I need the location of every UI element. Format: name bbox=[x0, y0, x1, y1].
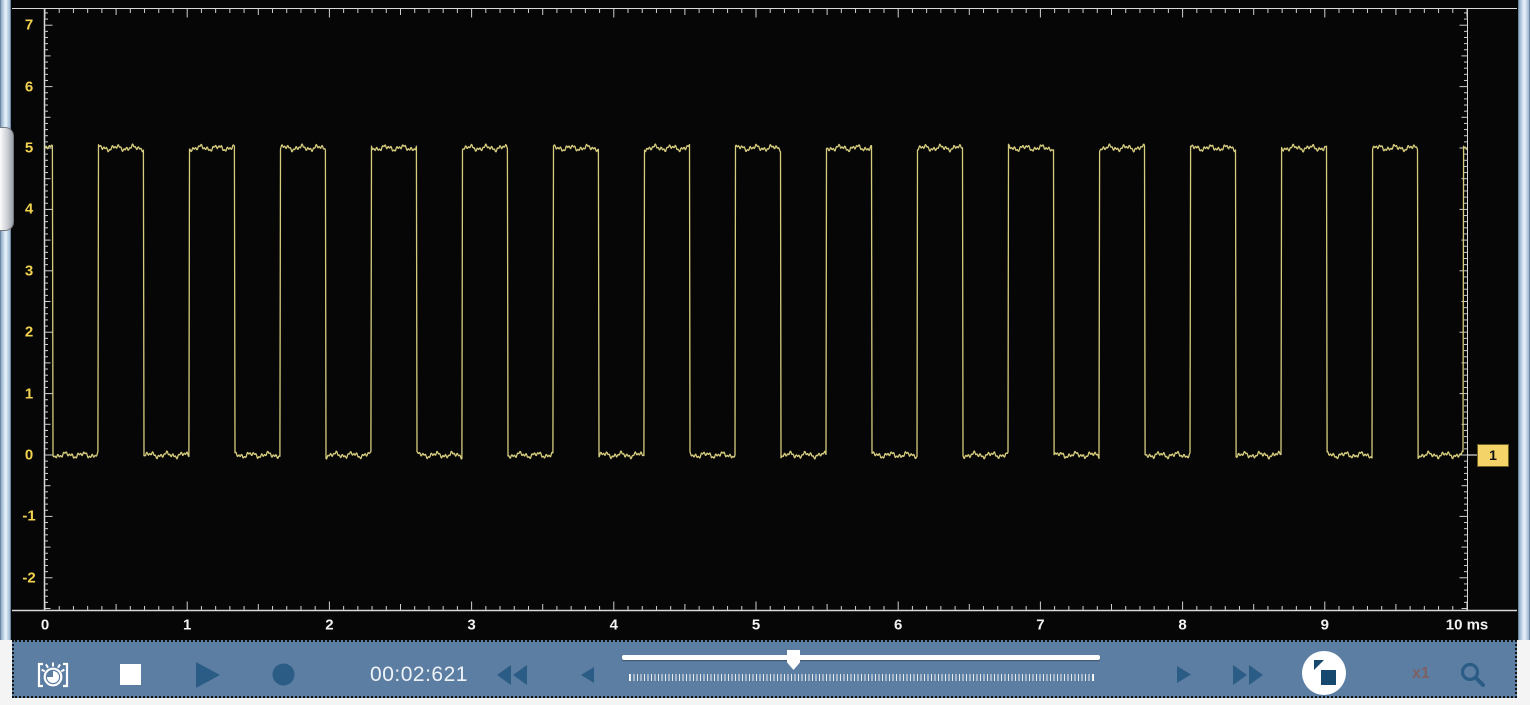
toolbar-row: 00:02:621 bbox=[0, 640, 1530, 705]
x-tick-label: 8 bbox=[1178, 617, 1186, 634]
side-panel-handle[interactable] bbox=[0, 127, 14, 231]
y-tick-label: 2 bbox=[25, 324, 33, 341]
fast-forward-icon[interactable] bbox=[1233, 665, 1264, 690]
channel-1-badge[interactable]: 1 bbox=[1477, 444, 1509, 467]
y-tick-label: 3 bbox=[25, 262, 33, 279]
record-button[interactable] bbox=[272, 663, 295, 691]
x-tick-label: 7 bbox=[1036, 617, 1044, 634]
x-tick-label: 5 bbox=[752, 617, 760, 634]
x-tick-label: 10 ms bbox=[1446, 617, 1489, 634]
timer-icon[interactable] bbox=[36, 660, 70, 695]
step-back-icon[interactable] bbox=[581, 667, 594, 688]
seek-slider-handle[interactable] bbox=[787, 650, 800, 670]
play-button[interactable] bbox=[196, 662, 221, 693]
seek-slider-ruler bbox=[629, 674, 1094, 681]
step-forward-icon[interactable] bbox=[1177, 666, 1191, 688]
snap-view-button[interactable] bbox=[1301, 650, 1347, 701]
y-tick-label: 0 bbox=[25, 447, 33, 464]
oscilloscope-window: 7 6 5 4 3 2 1 0 -1 -2 0 1 2 3 4 5 6 7 8 9 10 ms 1 bbox=[0, 0, 1530, 705]
left-edge-scrollbar[interactable] bbox=[0, 0, 11, 705]
playback-timestamp: 00:02:621 bbox=[344, 663, 494, 687]
x-tick-label: 0 bbox=[41, 617, 49, 634]
waveform-canvas bbox=[0, 0, 1530, 640]
right-edge-scrollbar[interactable] bbox=[1518, 0, 1530, 705]
stop-button[interactable] bbox=[120, 664, 141, 685]
seek-slider-track[interactable] bbox=[622, 655, 1100, 660]
playback-toolbar: 00:02:621 bbox=[12, 640, 1517, 698]
y-tick-label: 6 bbox=[25, 78, 33, 95]
x-tick-label: 9 bbox=[1321, 617, 1329, 634]
x-tick-label: 3 bbox=[467, 617, 475, 634]
y-tick-label: 7 bbox=[25, 17, 33, 34]
y-tick-label: -2 bbox=[22, 569, 35, 586]
y-tick-label: 1 bbox=[25, 385, 33, 402]
x-tick-label: 4 bbox=[610, 617, 618, 634]
x-tick-label: 2 bbox=[325, 617, 333, 634]
playback-rate-label: x1 bbox=[1412, 665, 1430, 683]
y-tick-label: 5 bbox=[25, 140, 33, 157]
y-tick-label: 4 bbox=[25, 201, 33, 218]
rewind-icon[interactable] bbox=[497, 665, 528, 690]
x-tick-label: 6 bbox=[894, 617, 902, 634]
zoom-search-icon[interactable] bbox=[1459, 661, 1486, 693]
y-tick-label: -1 bbox=[22, 508, 35, 525]
x-tick-label: 1 bbox=[183, 617, 191, 634]
scope-plot-area[interactable]: 7 6 5 4 3 2 1 0 -1 -2 0 1 2 3 4 5 6 7 8 9 10 ms 1 bbox=[0, 0, 1530, 640]
